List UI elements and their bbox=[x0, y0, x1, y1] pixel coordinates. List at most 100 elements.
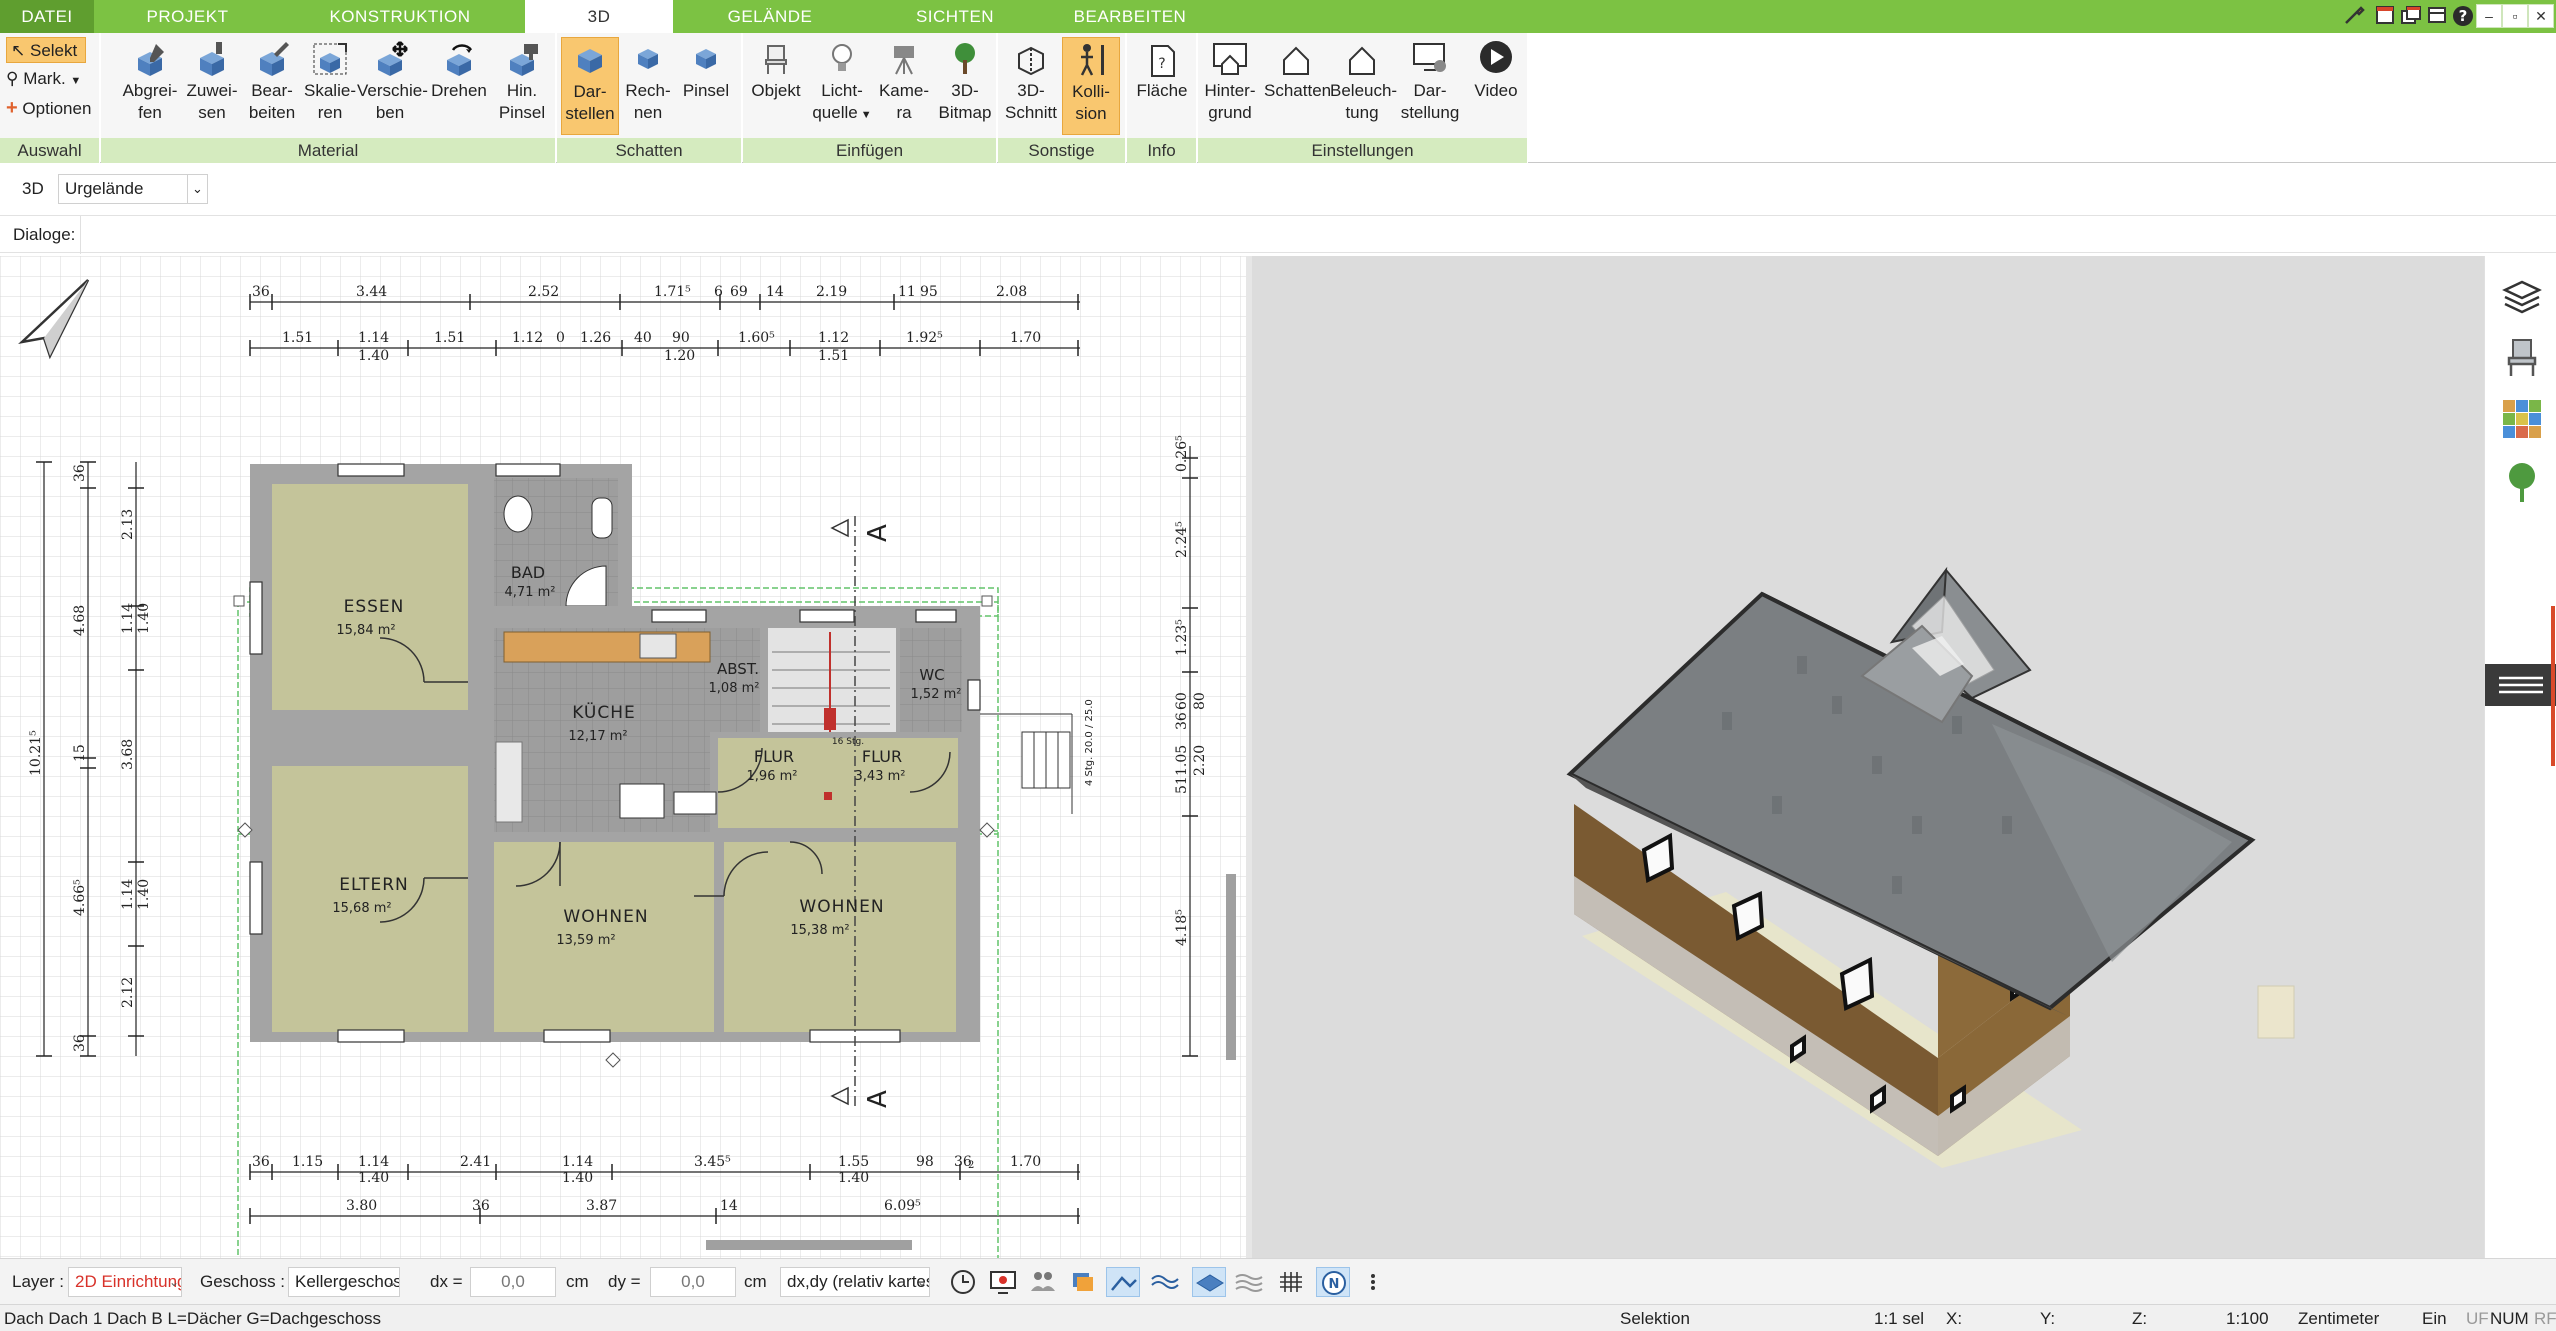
3d-view[interactable] bbox=[1252, 256, 2484, 1258]
people-icon[interactable] bbox=[1026, 1267, 1060, 1297]
svg-text:4.68: 4.68 bbox=[72, 605, 88, 636]
layers-icon[interactable] bbox=[2499, 274, 2545, 320]
window-icon[interactable] bbox=[2372, 4, 2398, 28]
tab-3d[interactable]: 3D bbox=[525, 0, 673, 34]
svg-text:98: 98 bbox=[916, 1154, 934, 1170]
close-button[interactable]: ✕ bbox=[2528, 4, 2554, 28]
bearbeiten-button[interactable]: Bear-beiten bbox=[243, 37, 301, 135]
floor-plan-canvas[interactable]: 36 3.44 2.52 1.71⁵ 6 69 14 2.19 11 95 2.… bbox=[0, 256, 1246, 1258]
skalieren-button[interactable]: Skalie-ren bbox=[301, 37, 359, 135]
hintergrund-button[interactable]: Hinter-grund bbox=[1198, 37, 1262, 135]
svg-text:FLUR: FLUR bbox=[862, 747, 902, 766]
svg-text:3.45⁵: 3.45⁵ bbox=[694, 1154, 731, 1170]
group-title-material: Material bbox=[101, 138, 555, 163]
lichtquelle-button[interactable]: Licht-quelle ▼ bbox=[811, 37, 873, 135]
tab-gelaende[interactable]: GELÄNDE bbox=[690, 0, 850, 33]
dx-label: dx = bbox=[430, 1272, 463, 1291]
verschieben-button[interactable]: Verschie-ben bbox=[357, 37, 428, 135]
kollision-button[interactable]: Kolli-sion bbox=[1062, 37, 1120, 135]
assign-cube-icon bbox=[200, 42, 224, 76]
surface-icon[interactable] bbox=[1232, 1267, 1266, 1297]
zuweisen-button[interactable]: Zuwei-sen bbox=[183, 37, 241, 135]
floor-plan-view[interactable]: 36 3.44 2.52 1.71⁵ 6 69 14 2.19 11 95 2.… bbox=[0, 256, 1246, 1258]
more-options-icon[interactable] bbox=[1366, 1267, 1380, 1297]
drehen-button[interactable]: Drehen bbox=[427, 37, 491, 135]
tab-bearbeiten[interactable]: BEARBEITEN bbox=[1040, 0, 1220, 33]
svg-text:2.12: 2.12 bbox=[120, 977, 136, 1008]
status-object-info: Dach Dach 1 Dach B L=Dächer G=Dachgescho… bbox=[4, 1309, 382, 1328]
svg-text:1.55: 1.55 bbox=[838, 1154, 869, 1170]
group-schatten: Dar-stellen Rech-nen Pinsel Schatten bbox=[557, 33, 742, 163]
darstellung-button[interactable]: Dar-stellung bbox=[1398, 37, 1462, 135]
clock-icon[interactable] bbox=[946, 1267, 980, 1297]
svg-text:10.21⁵: 10.21⁵ bbox=[28, 730, 44, 776]
3d-house-model[interactable] bbox=[1252, 256, 2484, 1258]
collision-person-icon bbox=[1080, 44, 1104, 76]
beleuchtung-button[interactable]: Beleuch-tung bbox=[1330, 37, 1397, 135]
help-icon[interactable]: ? bbox=[2450, 4, 2476, 28]
kamera-button[interactable]: Kame-ra bbox=[875, 37, 933, 135]
video-button[interactable]: Video bbox=[1466, 37, 1526, 135]
svg-text:60: 60 bbox=[1174, 692, 1190, 710]
svg-text:36: 36 bbox=[72, 1034, 88, 1052]
optionen-button[interactable]: + Optionen bbox=[6, 95, 91, 121]
plan-horizontal-scrollbar[interactable] bbox=[706, 1240, 912, 1250]
status-rf: RF bbox=[2534, 1309, 2556, 1328]
layout-icon[interactable] bbox=[2424, 4, 2450, 28]
north-icon[interactable]: N bbox=[1316, 1267, 1350, 1297]
svg-text:3.44: 3.44 bbox=[356, 284, 387, 300]
windows-icon[interactable] bbox=[2398, 4, 2424, 28]
panel-toggle-button[interactable] bbox=[2485, 664, 2556, 706]
svg-text:?: ? bbox=[2459, 7, 2468, 25]
tab-projekt[interactable]: PROJEKT bbox=[100, 0, 275, 33]
dy-label: dy = bbox=[608, 1272, 641, 1291]
restore-button[interactable]: ▫ bbox=[2502, 4, 2528, 28]
svg-text:ELTERN: ELTERN bbox=[339, 875, 409, 895]
minimize-button[interactable]: – bbox=[2476, 4, 2502, 28]
furniture-chair-icon[interactable] bbox=[2499, 334, 2545, 380]
svg-text:2.20: 2.20 bbox=[1192, 745, 1208, 776]
dy-input[interactable]: 0,0 bbox=[650, 1267, 736, 1297]
3d-schnitt-button[interactable]: 3D- Schnitt bbox=[1002, 37, 1060, 135]
3d-bitmap-button[interactable]: 3D- Bitmap bbox=[933, 37, 997, 135]
schatten-rechnen-button[interactable]: Rech-nen bbox=[619, 37, 677, 135]
hin-pinsel-button[interactable]: Hin. Pinsel bbox=[493, 37, 551, 135]
tab-datei[interactable]: DATEI bbox=[0, 0, 94, 33]
dx-input[interactable]: 0,0 bbox=[470, 1267, 556, 1297]
wave-icon[interactable] bbox=[1148, 1267, 1182, 1297]
plants-tree-icon[interactable] bbox=[2499, 460, 2545, 506]
svg-text:1.15: 1.15 bbox=[292, 1154, 323, 1170]
entrance-canopy bbox=[2257, 985, 2295, 1039]
grid-icon[interactable] bbox=[1274, 1267, 1308, 1297]
einstellungen-schatten-button[interactable]: Schatten bbox=[1264, 37, 1331, 135]
materials-palette-icon[interactable] bbox=[2499, 396, 2545, 442]
layer-stack-icon[interactable] bbox=[1066, 1267, 1100, 1297]
mark-button[interactable]: ⚲ Mark. ▼ bbox=[6, 66, 81, 92]
terrain-select[interactable]: Urgelände ⌄ bbox=[58, 174, 208, 204]
svg-text:2.24⁵: 2.24⁵ bbox=[1174, 521, 1190, 558]
abgreifen-button[interactable]: Abgrei-fen bbox=[121, 37, 179, 135]
svg-text:15,84 m²: 15,84 m² bbox=[336, 623, 395, 638]
status-ein: Ein bbox=[2422, 1309, 2447, 1328]
tab-sichten[interactable]: SICHTEN bbox=[870, 0, 1040, 33]
plan-vertical-scrollbar[interactable] bbox=[1226, 874, 1236, 1060]
tools-icon[interactable] bbox=[2342, 4, 2368, 28]
lightbulb-icon bbox=[832, 44, 852, 71]
layer-select[interactable]: 2D Einrichtung ⌄ bbox=[68, 1267, 182, 1297]
coordinate-mode-select[interactable]: dx,dy (relativ kartesisch)⌄ bbox=[780, 1267, 930, 1297]
tab-konstruktion[interactable]: KONSTRUKTION bbox=[300, 0, 500, 33]
schatten-darstellen-button[interactable]: Dar-stellen bbox=[561, 37, 619, 135]
edit-cube-icon bbox=[260, 42, 289, 76]
schatten-pinsel-button[interactable]: Pinsel bbox=[677, 37, 735, 135]
geschoss-select[interactable]: Kellergeschoss ⌄ bbox=[288, 1267, 400, 1297]
flaeche-button[interactable]: ? Fläche bbox=[1133, 37, 1191, 135]
snap-icon[interactable] bbox=[1106, 1267, 1140, 1297]
plane-icon[interactable] bbox=[1192, 1267, 1226, 1297]
layer-label: Layer : bbox=[12, 1272, 64, 1291]
status-selection: 1:1 sel bbox=[1874, 1309, 1925, 1328]
svg-text:2.19: 2.19 bbox=[816, 284, 847, 300]
svg-text:1.05: 1.05 bbox=[1174, 745, 1190, 776]
selekt-button[interactable]: ↖ Selekt bbox=[6, 37, 86, 63]
screen-capture-icon[interactable] bbox=[986, 1267, 1020, 1297]
objekt-button[interactable]: Objekt bbox=[745, 37, 807, 135]
